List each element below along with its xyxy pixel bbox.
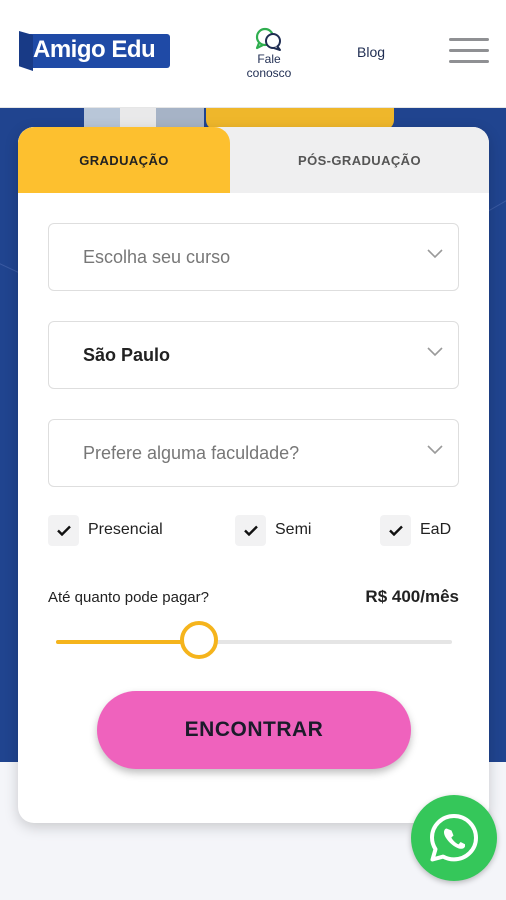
checkbox-semi[interactable]: Semi (235, 514, 311, 546)
checkmark-icon (56, 525, 71, 536)
price-label: Até quanto pode pagar? (48, 589, 209, 606)
search-card: GRADUAÇÃO PÓS-GRADUAÇÃO Escolha seu curs… (18, 127, 489, 823)
college-select[interactable]: Prefere alguma faculdade? (48, 419, 459, 487)
checkmark-icon (243, 525, 258, 536)
checkbox-box[interactable] (235, 514, 266, 546)
checkbox-label: Presencial (88, 521, 163, 538)
price-slider-fill (56, 640, 199, 644)
tab-pos-graduacao[interactable]: PÓS-GRADUAÇÃO (230, 127, 489, 193)
chevron-down-icon (427, 249, 443, 259)
amigo-edu-logo[interactable]: Amigo Edu (19, 31, 170, 71)
checkbox-label: Semi (275, 521, 312, 538)
find-button[interactable]: ENCONTRAR (97, 691, 411, 769)
city-select[interactable]: São Paulo (48, 321, 459, 389)
contact-label-line2: conosco (246, 66, 292, 80)
chevron-down-icon (427, 347, 443, 357)
whatsapp-button[interactable] (411, 795, 497, 881)
whatsapp-icon (430, 814, 478, 862)
checkbox-box[interactable] (48, 514, 79, 546)
price-slider-thumb[interactable] (179, 621, 218, 659)
level-tabs: GRADUAÇÃO PÓS-GRADUAÇÃO (18, 127, 489, 193)
checkbox-label: EaD (420, 521, 452, 538)
checkbox-ead[interactable]: EaD (380, 514, 451, 546)
course-select[interactable]: Escolha seu curso (48, 223, 459, 291)
course-select-placeholder: Escolha seu curso (83, 247, 231, 267)
checkbox-box[interactable] (380, 514, 411, 546)
price-slider-track[interactable] (56, 640, 452, 644)
checkmark-icon (388, 525, 403, 536)
logo-text: Amigo Edu (33, 36, 156, 63)
checkbox-presencial[interactable]: Presencial (48, 514, 163, 546)
chevron-down-icon (427, 445, 443, 455)
hamburger-menu-icon[interactable] (449, 38, 489, 66)
city-select-value: São Paulo (83, 345, 171, 365)
contact-link[interactable]: Fale conosco (234, 26, 304, 84)
price-value: R$ 400/mês (365, 587, 459, 606)
contact-label-line1: Fale (257, 52, 281, 66)
college-select-placeholder: Prefere alguma faculdade? (83, 443, 300, 463)
site-header: Amigo Edu Fale conosco Blog (0, 0, 506, 108)
blog-link[interactable]: Blog (357, 44, 385, 60)
chat-bubbles-icon (255, 27, 281, 51)
tab-graduacao[interactable]: GRADUAÇÃO (18, 127, 230, 193)
